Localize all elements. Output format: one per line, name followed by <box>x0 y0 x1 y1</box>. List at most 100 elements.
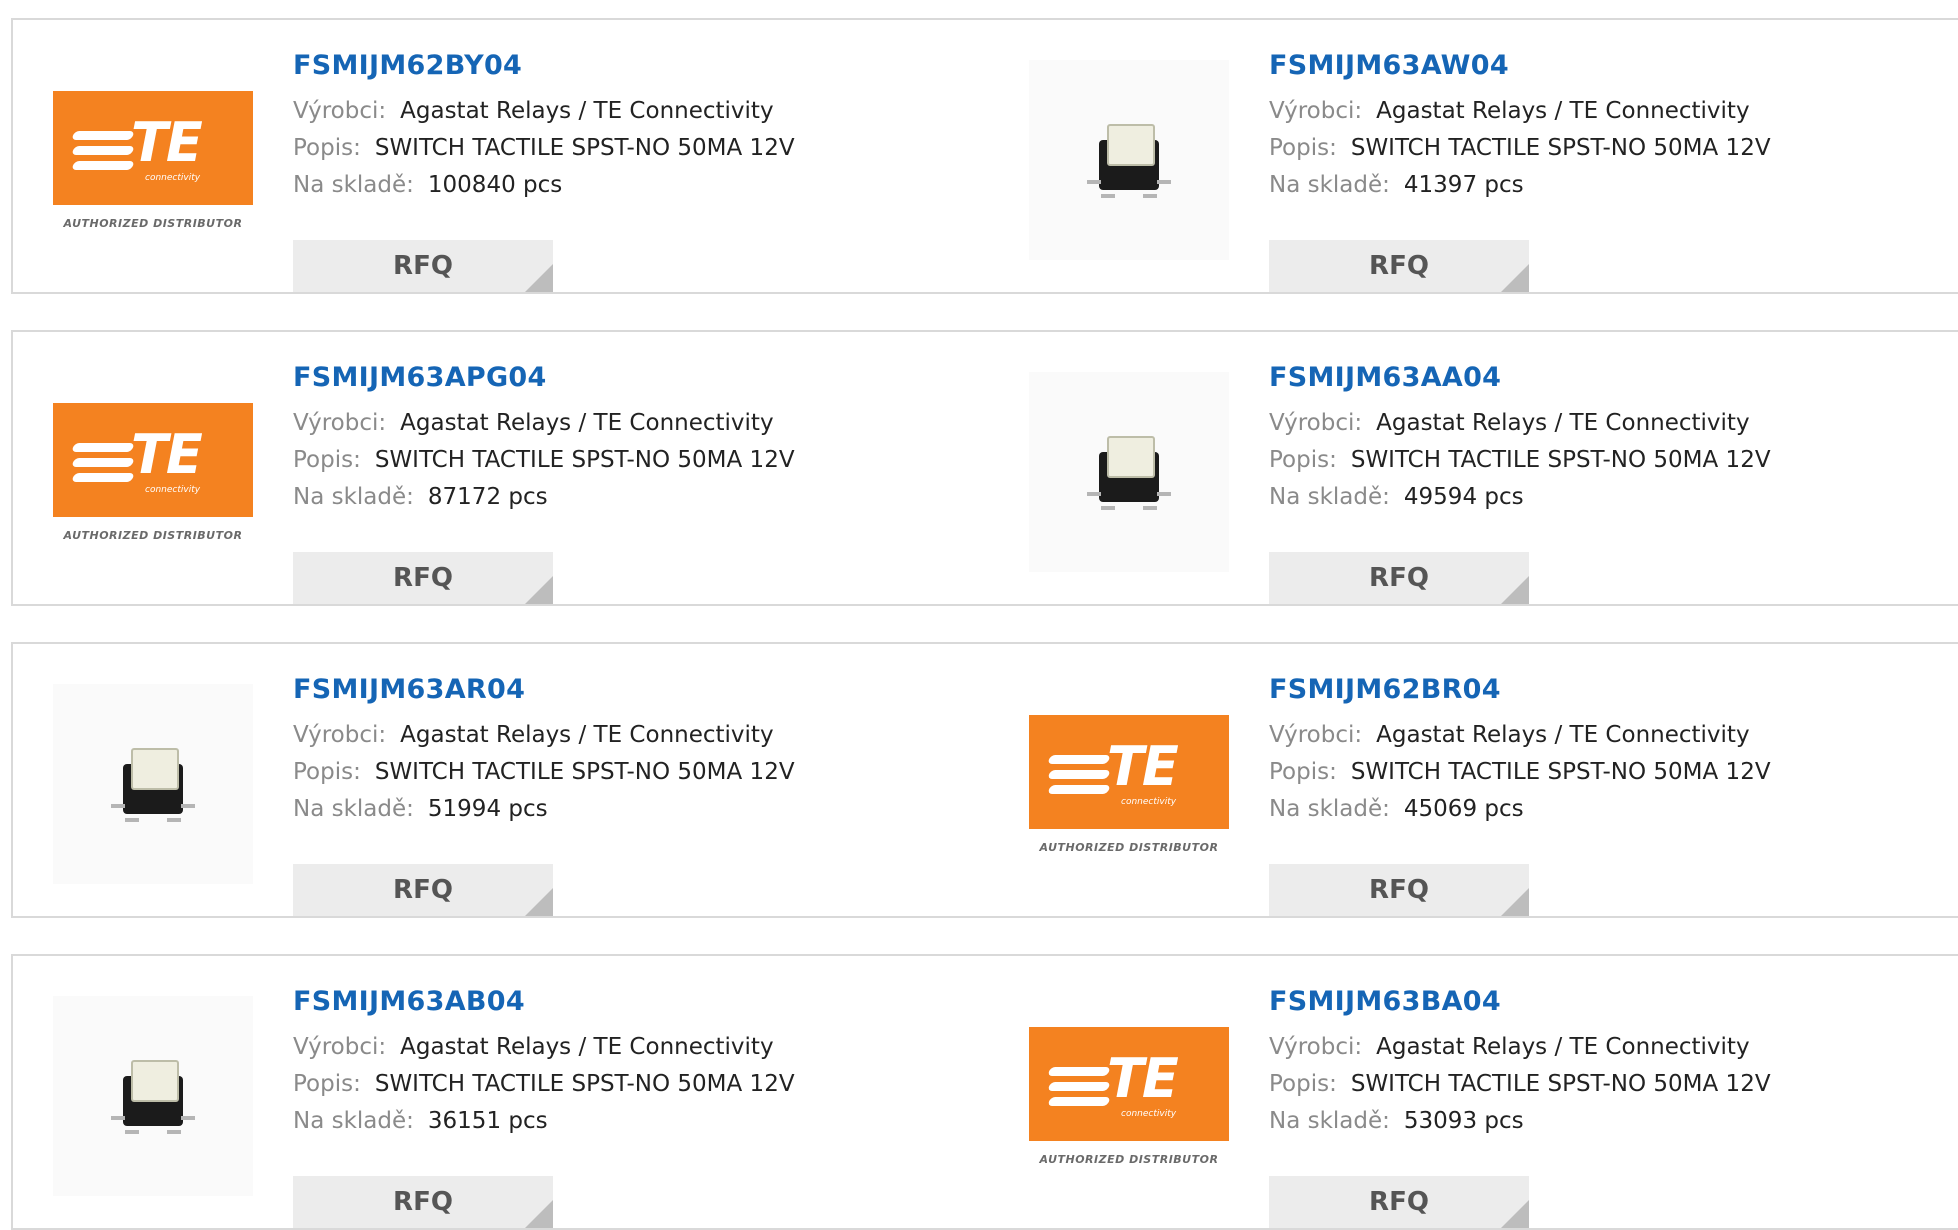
stock-label: Na skladě: <box>293 1108 414 1134</box>
product-image[interactable]: TE connectivity AUTHORIZED DISTRIBUTOR <box>53 60 253 260</box>
rfq-label: RFQ <box>393 875 453 905</box>
manufacturer-value: Agastat Relays / TE Connectivity <box>1376 98 1750 124</box>
corner-triangle-icon <box>525 264 553 292</box>
rfq-label: RFQ <box>393 1187 453 1217</box>
product-details: FSMIJM63BA04 Výrobci: Agastat Relays / TE… <box>1269 986 1929 1228</box>
manufacturer-row: Výrobci: Agastat Relays / TE Connectivity <box>293 405 953 442</box>
product-image[interactable] <box>1029 372 1229 572</box>
manufacturer-value: Agastat Relays / TE Connectivity <box>1376 410 1750 436</box>
description-label: Popis: <box>293 447 361 473</box>
description-row: Popis: SWITCH TACTILE SPST-NO 50MA 12V <box>1269 442 1929 479</box>
description-value: SWITCH TACTILE SPST-NO 50MA 12V <box>1350 135 1771 161</box>
stock-value: 87172 pcs <box>427 484 548 510</box>
part-number-link[interactable]: FSMIJM63AA04 <box>1269 362 1929 393</box>
part-number-link[interactable]: FSMIJM63BA04 <box>1269 986 1929 1017</box>
product-image[interactable]: TE connectivity AUTHORIZED DISTRIBUTOR <box>1029 684 1229 884</box>
part-number-link[interactable]: FSMIJM63APG04 <box>293 362 953 393</box>
te-connectivity-logo: TE connectivity AUTHORIZED DISTRIBUTOR <box>53 60 253 260</box>
product-card: FSMIJM63AA04 Výrobci: Agastat Relays / TE… <box>989 330 1958 606</box>
stock-row: Na skladě: 53093 pcs <box>1269 1103 1929 1140</box>
stock-label: Na skladě: <box>1269 484 1390 510</box>
stock-label: Na skladě: <box>293 484 414 510</box>
stock-value: 36151 pcs <box>427 1108 548 1134</box>
product-details: FSMIJM63AR04 Výrobci: Agastat Relays / TE… <box>293 674 953 916</box>
product-card: TE connectivity AUTHORIZED DISTRIBUTOR FSM… <box>989 642 1958 918</box>
stock-row: Na skladě: 100840 pcs <box>293 167 953 204</box>
rfq-button[interactable]: RFQ <box>293 552 553 604</box>
description-row: Popis: SWITCH TACTILE SPST-NO 50MA 12V <box>1269 130 1929 167</box>
stock-row: Na skladě: 45069 pcs <box>1269 791 1929 828</box>
te-connectivity-logo: TE connectivity AUTHORIZED DISTRIBUTOR <box>1029 996 1229 1196</box>
stock-row: Na skladě: 51994 pcs <box>293 791 953 828</box>
description-label: Popis: <box>1269 1071 1337 1097</box>
rfq-button[interactable]: RFQ <box>1269 552 1529 604</box>
authorized-distributor-text: AUTHORIZED DISTRIBUTOR <box>63 216 243 230</box>
product-image[interactable] <box>53 684 253 884</box>
product-image[interactable] <box>53 996 253 1196</box>
tactile-switch-photo <box>1079 110 1179 210</box>
rfq-label: RFQ <box>1369 1187 1429 1217</box>
rfq-button[interactable]: RFQ <box>293 240 553 292</box>
product-card: FSMIJM63AW04 Výrobci: Agastat Relays / TE… <box>989 18 1958 294</box>
description-label: Popis: <box>1269 759 1337 785</box>
rfq-button[interactable]: RFQ <box>293 1176 553 1228</box>
description-row: Popis: SWITCH TACTILE SPST-NO 50MA 12V <box>293 442 953 479</box>
tactile-switch-photo <box>103 734 203 834</box>
part-number-link[interactable]: FSMIJM63AR04 <box>293 674 953 705</box>
product-details: FSMIJM62BR04 Výrobci: Agastat Relays / TE… <box>1269 674 1929 916</box>
description-value: SWITCH TACTILE SPST-NO 50MA 12V <box>374 1071 795 1097</box>
product-card: FSMIJM63AR04 Výrobci: Agastat Relays / TE… <box>11 642 991 918</box>
manufacturer-row: Výrobci: Agastat Relays / TE Connectivity <box>293 717 953 754</box>
manufacturer-row: Výrobci: Agastat Relays / TE Connectivity <box>1269 405 1929 442</box>
part-number-link[interactable]: FSMIJM63AB04 <box>293 986 953 1017</box>
te-bars-icon <box>71 442 135 488</box>
te-tagline: connectivity <box>145 484 201 495</box>
product-card: TE connectivity AUTHORIZED DISTRIBUTOR FSM… <box>11 18 991 294</box>
te-connectivity-logo: TE connectivity AUTHORIZED DISTRIBUTOR <box>53 372 253 572</box>
te-connectivity-logo: TE connectivity AUTHORIZED DISTRIBUTOR <box>1029 684 1229 884</box>
description-label: Popis: <box>293 135 361 161</box>
stock-row: Na skladě: 41397 pcs <box>1269 167 1929 204</box>
manufacturer-label: Výrobci: <box>1269 1034 1363 1060</box>
product-image[interactable]: TE connectivity AUTHORIZED DISTRIBUTOR <box>53 372 253 572</box>
te-bars-icon <box>1047 1066 1111 1112</box>
manufacturer-value: Agastat Relays / TE Connectivity <box>1376 1034 1750 1060</box>
product-details: FSMIJM62BY04 Výrobci: Agastat Relays / TE… <box>293 50 953 292</box>
product-image[interactable] <box>1029 60 1229 260</box>
rfq-button[interactable]: RFQ <box>1269 1176 1529 1228</box>
stock-label: Na skladě: <box>293 796 414 822</box>
stock-row: Na skladě: 87172 pcs <box>293 479 953 516</box>
te-brand-text: TE <box>1107 1046 1179 1110</box>
product-details: FSMIJM63AA04 Výrobci: Agastat Relays / TE… <box>1269 362 1929 604</box>
manufacturer-row: Výrobci: Agastat Relays / TE Connectivity <box>1269 1029 1929 1066</box>
part-number-link[interactable]: FSMIJM63AW04 <box>1269 50 1929 81</box>
corner-triangle-icon <box>1501 264 1529 292</box>
te-bars-icon <box>71 130 135 176</box>
part-number-link[interactable]: FSMIJM62BY04 <box>293 50 953 81</box>
manufacturer-row: Výrobci: Agastat Relays / TE Connectivity <box>1269 717 1929 754</box>
te-brand-text: TE <box>131 110 203 174</box>
corner-triangle-icon <box>1501 1200 1529 1228</box>
description-row: Popis: SWITCH TACTILE SPST-NO 50MA 12V <box>1269 754 1929 791</box>
te-brand-text: TE <box>131 422 203 486</box>
manufacturer-value: Agastat Relays / TE Connectivity <box>400 722 774 748</box>
rfq-button[interactable]: RFQ <box>1269 240 1529 292</box>
manufacturer-row: Výrobci: Agastat Relays / TE Connectivity <box>1269 93 1929 130</box>
te-tagline: connectivity <box>1121 796 1177 807</box>
product-image[interactable]: TE connectivity AUTHORIZED DISTRIBUTOR <box>1029 996 1229 1196</box>
product-card: TE connectivity AUTHORIZED DISTRIBUTOR FSM… <box>989 954 1958 1230</box>
description-row: Popis: SWITCH TACTILE SPST-NO 50MA 12V <box>293 130 953 167</box>
rfq-label: RFQ <box>1369 875 1429 905</box>
rfq-button[interactable]: RFQ <box>1269 864 1529 916</box>
corner-triangle-icon <box>1501 888 1529 916</box>
rfq-label: RFQ <box>1369 251 1429 281</box>
rfq-button[interactable]: RFQ <box>293 864 553 916</box>
description-label: Popis: <box>293 759 361 785</box>
manufacturer-value: Agastat Relays / TE Connectivity <box>400 410 774 436</box>
tactile-switch-photo <box>1079 422 1179 522</box>
stock-value: 41397 pcs <box>1403 172 1524 198</box>
stock-value: 45069 pcs <box>1403 796 1524 822</box>
authorized-distributor-text: AUTHORIZED DISTRIBUTOR <box>63 528 243 542</box>
description-row: Popis: SWITCH TACTILE SPST-NO 50MA 12V <box>293 754 953 791</box>
part-number-link[interactable]: FSMIJM62BR04 <box>1269 674 1929 705</box>
